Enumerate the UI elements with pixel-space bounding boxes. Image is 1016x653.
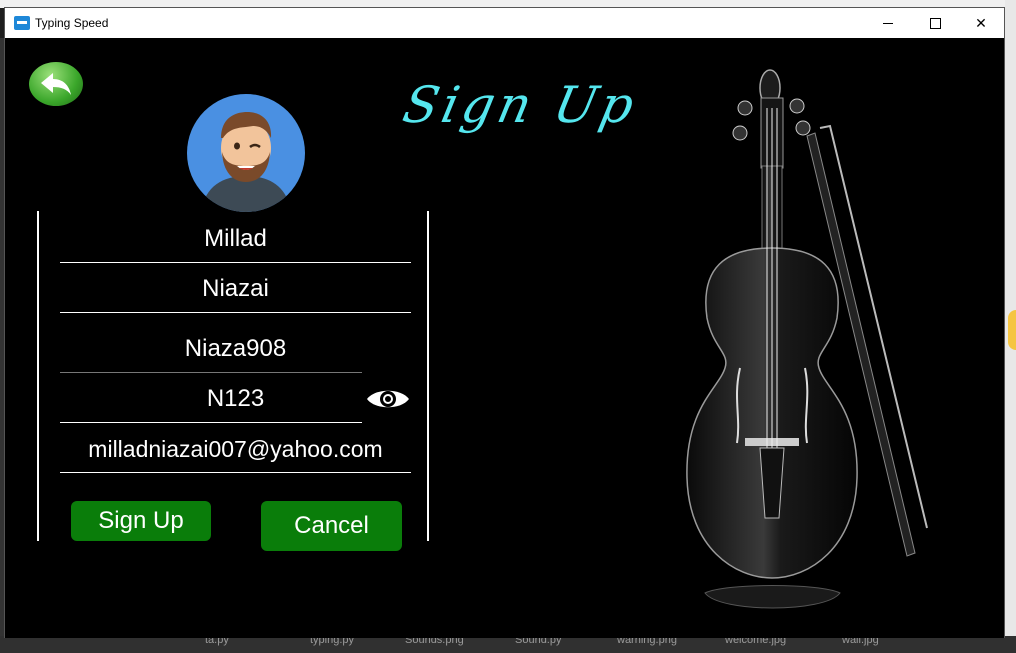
show-password-button[interactable] [362,372,414,426]
last-name-field[interactable]: Niazai [60,266,411,313]
email-field[interactable]: milladniazai007@yahoo.com [60,426,411,473]
window-title: Typing Speed [35,16,109,30]
background-file-strip: ta.py typing.py Sounds.png Sound.py warn… [0,634,1016,653]
keyboard-icon [14,16,30,30]
username-value: Niaza908 [184,335,287,362]
violin-image [645,48,945,618]
desktop-right-strip [1005,0,1016,653]
cancel-button[interactable]: Cancel [261,501,402,551]
back-arrow-icon [41,73,71,95]
title-bar[interactable]: Typing Speed ✕ [5,8,1004,38]
sign-up-button[interactable]: Sign Up [71,501,211,541]
maximize-button[interactable] [912,8,958,38]
minimize-button[interactable] [865,8,911,38]
user-avatar-icon [187,94,305,212]
email-value: milladniazai007@yahoo.com [88,436,383,462]
last-name-value: Niazai [202,275,269,302]
page-title: Sign Up [398,76,643,134]
password-value: N123 [206,385,265,412]
desktop-yellow-tab [1008,310,1016,350]
first-name-field[interactable]: Millad [60,216,411,263]
back-button[interactable] [29,62,83,106]
password-field[interactable]: N123 [60,376,411,423]
first-name-value: Millad [204,225,267,252]
username-field[interactable]: Niaza908 [60,326,411,373]
eye-icon [367,390,409,408]
close-button[interactable]: ✕ [958,8,1004,38]
